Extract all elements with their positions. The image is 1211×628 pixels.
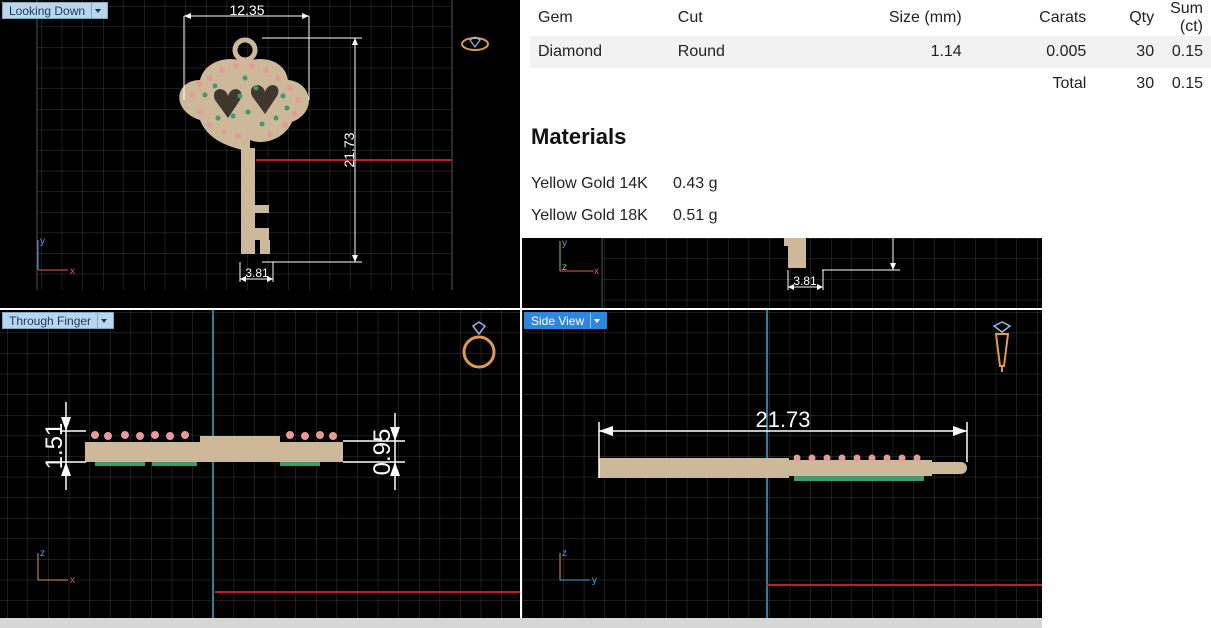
col-size: Size (mm) [888,9,962,26]
col-carats: Carats [1039,9,1087,26]
material-name: Yellow Gold 14K [531,175,648,192]
viewport-menu-looking-down[interactable]: Looking Down [2,2,109,19]
col-gem: Gem [538,9,573,26]
cell-gem: Diamond [538,43,603,60]
side-view-scene: 21.73 z y [522,310,1042,618]
col-cut: Cut [677,9,703,26]
svg-text:z: z [562,262,567,273]
cell-cut: Round [677,43,725,60]
svg-text:x: x [594,266,599,277]
cell-qty: 30 [1136,43,1155,60]
svg-text:y: y [592,575,597,586]
ring-side-icon[interactable] [990,320,1014,374]
partial-view-scene: 3.81 y z x [559,238,1042,308]
viewport-menu-side-view[interactable]: Side View [524,312,608,329]
table-row: Diamond Round 1.14 0.005 30 0.15 [530,36,1211,68]
material-row: Yellow Gold 18K 0.51 g [531,207,717,225]
viewport-through-finger[interactable]: 1.51 0.95 z x Through Finger [0,310,520,618]
chevron-down-icon[interactable] [590,313,602,328]
viewport-label: Through Finger [9,313,92,328]
top-view-scene: 12.35 21.73 3.81 y x [36,0,453,290]
viewport-side-view[interactable]: 21.73 z y Side View [522,310,1042,618]
svg-text:y: y [562,238,567,249]
col-sum: Sum (ct) [1170,0,1203,35]
cell-carats: 0.005 [1046,43,1087,60]
materials-heading: Materials [531,124,627,149]
ring-top-icon[interactable] [460,34,490,54]
gem-report-panel: Gem Cut Size (mm) Carats Qty Sum (ct) Di… [522,0,1211,238]
dim-height: 21.73 [341,132,357,167]
material-weight: 0.51 g [673,207,718,224]
dim-stem-partial: 3.81 [793,274,817,288]
axis-triad: y z x [559,238,599,277]
total-row: Total 30 0.15 [530,68,1211,100]
material-name: Yellow Gold 18K [531,207,648,224]
viewport-looking-down[interactable]: 12.35 21.73 3.81 y x Looking Down [0,0,520,308]
viewport-menu-through-finger[interactable]: Through Finger [2,312,115,329]
chevron-down-icon[interactable] [91,3,103,18]
viewport-label: Looking Down [9,3,86,18]
ring-icon[interactable] [460,320,498,372]
viewport-partial[interactable]: 3.81 y z x [522,238,1042,308]
svg-text:z: z [40,548,45,559]
chevron-down-icon[interactable] [97,313,109,328]
dim-width: 12.35 [229,2,264,18]
dim-plate: 0.95 [369,429,396,476]
total-label: Total [1052,75,1087,92]
material-row: Yellow Gold 14K 0.43 g [531,175,717,193]
col-qty: Qty [1129,9,1155,26]
svg-text:y: y [40,236,45,247]
total-qty: 30 [1136,75,1155,92]
total-sum: 0.15 [1171,75,1203,92]
svg-text:x: x [70,575,75,586]
front-view-scene: 1.51 0.95 z x [0,310,520,618]
dim-stem: 3.81 [245,266,269,280]
viewport-label: Side View [531,313,585,328]
svg-text:x: x [70,266,75,277]
cell-size: 1.14 [930,43,962,60]
status-strip [0,618,1042,628]
cell-sum: 0.15 [1171,43,1203,60]
dim-thickness: 1.51 [41,423,68,470]
key-front-model [85,431,343,466]
gem-table: Gem Cut Size (mm) Carats Qty Sum (ct) Di… [530,0,1211,100]
svg-text:z: z [562,548,567,559]
material-weight: 0.43 g [673,175,718,192]
table-header-row: Gem Cut Size (mm) Carats Qty Sum (ct) [530,0,1211,36]
dim-length: 21.73 [755,407,810,432]
